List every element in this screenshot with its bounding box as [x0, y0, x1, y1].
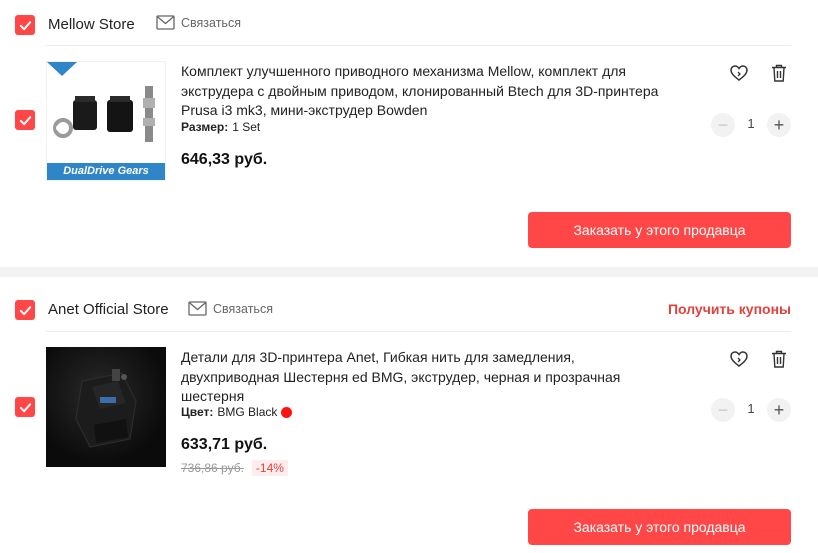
- store-select-checkbox[interactable]: [15, 15, 35, 35]
- quantity-decrease-button[interactable]: −: [711, 113, 735, 137]
- old-price-row: 736,86 руб. -14%: [181, 460, 288, 476]
- store-header: Anet Official Store Связаться Получить к…: [0, 277, 818, 323]
- minus-icon: −: [717, 115, 729, 135]
- old-price: 736,86 руб.: [181, 461, 244, 475]
- product-photo-extruder: [75, 369, 137, 448]
- product-image[interactable]: [46, 347, 166, 467]
- discount-badge: -14%: [251, 460, 288, 476]
- contact-seller-link[interactable]: Связаться: [188, 301, 273, 316]
- quantity-decrease-button[interactable]: −: [711, 398, 735, 422]
- envelope-icon: [156, 15, 175, 30]
- attribute-label: Размер:: [181, 120, 229, 134]
- product-attribute[interactable]: Цвет: BMG Black: [181, 405, 293, 419]
- divider: [46, 331, 791, 332]
- quantity-increase-button[interactable]: +: [767, 398, 791, 422]
- item-select-checkbox[interactable]: [15, 110, 35, 130]
- trash-icon: [772, 64, 786, 82]
- store-card-mellow: Mellow Store Связаться DualDrive Gears К…: [0, 0, 818, 267]
- plus-icon: +: [773, 115, 785, 135]
- attribute-label: Цвет:: [181, 405, 214, 419]
- product-image[interactable]: DualDrive Gears: [46, 61, 166, 181]
- check-icon: [19, 305, 31, 315]
- check-icon: [19, 402, 31, 412]
- product-title-link[interactable]: Детали для 3D-принтера Anet, Гибкая нить…: [181, 348, 661, 407]
- product-title-link[interactable]: Комплект улучшенного приводного механизм…: [181, 62, 661, 121]
- store-header: Mellow Store Связаться: [0, 0, 818, 46]
- product-attribute[interactable]: Размер: 1 Set: [181, 120, 260, 134]
- contact-seller-link[interactable]: Связаться: [156, 15, 241, 30]
- attribute-value: BMG Black: [217, 405, 278, 419]
- minus-icon: −: [717, 400, 729, 420]
- product-price: 646,33 руб.: [181, 151, 268, 168]
- store-select-checkbox[interactable]: [15, 300, 35, 320]
- quantity-value[interactable]: 1: [739, 401, 763, 416]
- wishlist-button[interactable]: [727, 61, 751, 85]
- quantity-stepper: − 1 +: [711, 398, 791, 422]
- get-coupons-link[interactable]: Получить купоны: [668, 301, 791, 317]
- delete-button[interactable]: [767, 347, 791, 371]
- store-separator: [0, 267, 818, 277]
- wishlist-heart-icon: [730, 65, 748, 81]
- contact-label: Связаться: [181, 15, 241, 30]
- divider: [46, 45, 791, 46]
- store-card-anet: Anet Official Store Связаться Получить к…: [0, 277, 818, 553]
- contact-label: Связаться: [213, 301, 273, 316]
- quantity-value[interactable]: 1: [739, 116, 763, 131]
- store-name-link[interactable]: Mellow Store: [48, 16, 135, 33]
- store-name-link[interactable]: Anet Official Store: [48, 301, 169, 318]
- color-swatch: [281, 406, 293, 418]
- wishlist-heart-icon: [730, 351, 748, 367]
- quantity-increase-button[interactable]: +: [767, 113, 791, 137]
- order-from-seller-button[interactable]: Заказать у этого продавца: [528, 212, 791, 248]
- delete-button[interactable]: [767, 61, 791, 85]
- wishlist-button[interactable]: [727, 347, 751, 371]
- product-image-caption: DualDrive Gears: [47, 163, 165, 180]
- order-from-seller-button[interactable]: Заказать у этого продавца: [528, 509, 791, 545]
- attribute-value: 1 Set: [232, 120, 261, 134]
- check-icon: [19, 115, 31, 125]
- trash-icon: [772, 350, 786, 368]
- quantity-stepper: − 1 +: [711, 113, 791, 137]
- envelope-icon: [188, 301, 207, 316]
- product-price: 633,71 руб.: [181, 436, 268, 453]
- plus-icon: +: [773, 400, 785, 420]
- check-icon: [19, 20, 31, 30]
- item-select-checkbox[interactable]: [15, 397, 35, 417]
